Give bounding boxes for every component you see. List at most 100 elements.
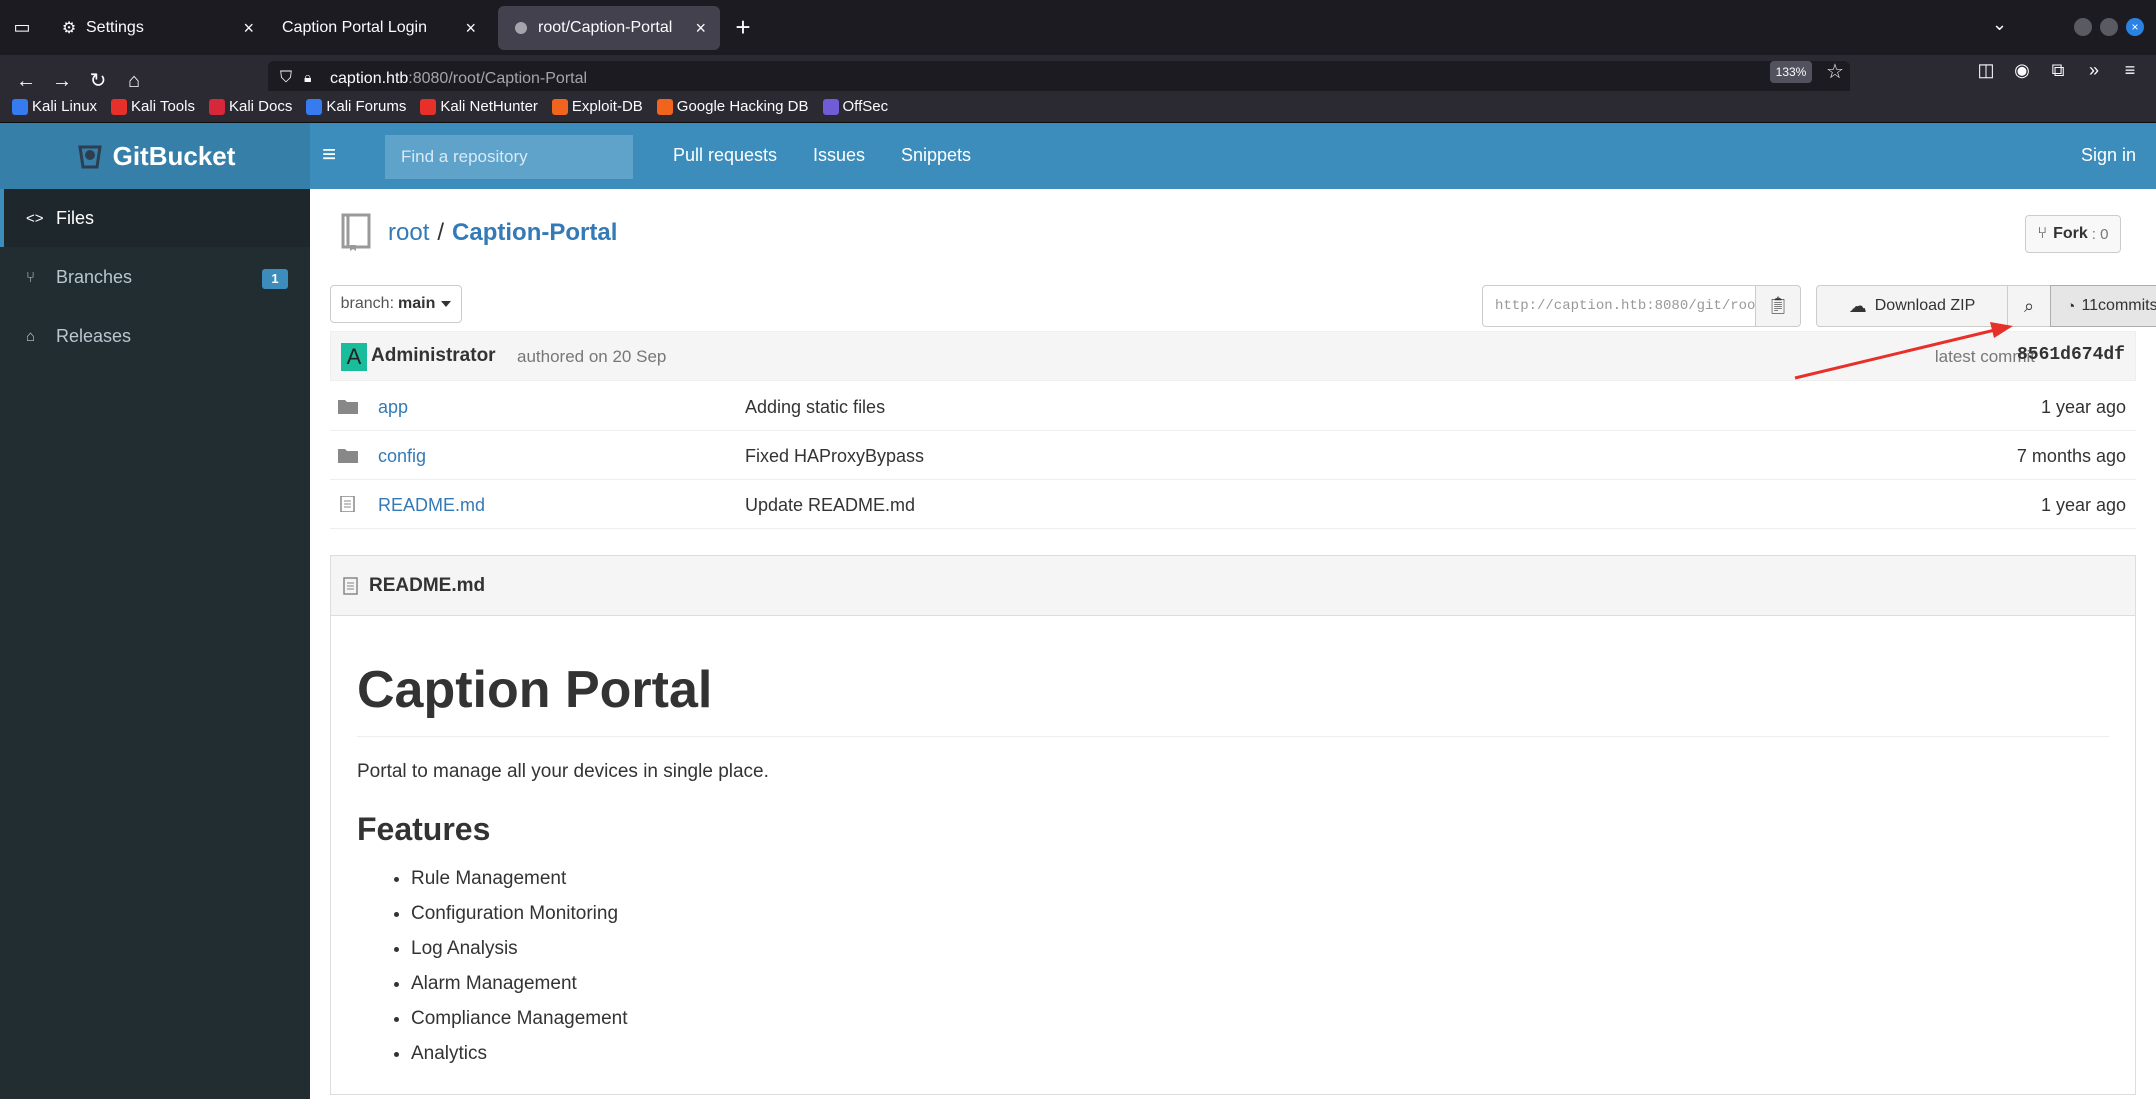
url-text[interactable]: caption.htb:8080/root/Caption-Portal xyxy=(330,70,587,88)
close-icon[interactable]: × xyxy=(465,18,476,39)
file-commit-message[interactable]: Adding static files xyxy=(745,397,885,418)
extensions-icon[interactable]: ⧉ xyxy=(2046,58,2070,82)
file-commit-message[interactable]: Fixed HAProxyBypass xyxy=(745,446,924,467)
file-icon xyxy=(340,496,355,512)
ghdb-icon xyxy=(656,98,673,115)
branch-count-badge: 1 xyxy=(262,269,288,289)
list-item: Log Analysis xyxy=(411,938,2109,973)
repo-owner-link[interactable]: root xyxy=(388,219,429,247)
pocket-icon[interactable]: ◫ xyxy=(1974,58,1998,82)
search-icon: ⌕ xyxy=(2023,296,2035,316)
maximize-icon[interactable] xyxy=(2100,18,2118,36)
overflow-menu-icon[interactable]: » xyxy=(2082,58,2106,82)
tab-label: root/Caption-Portal xyxy=(538,19,673,36)
nethunter-icon xyxy=(420,98,437,115)
lock-icon[interactable]: 🔒︎ xyxy=(304,69,320,89)
nav-snippets[interactable]: Snippets xyxy=(901,145,971,166)
bookmark-kali-tools[interactable]: Kali Tools xyxy=(111,98,195,115)
bookmarks-toolbar: Kali Linux Kali Tools Kali Docs Kali For… xyxy=(0,91,2156,123)
tab-label: Caption Portal Login xyxy=(282,19,427,36)
tab-caption-portal-login[interactable]: Caption Portal Login × xyxy=(268,6,490,50)
file-icon xyxy=(343,576,358,595)
fork-button[interactable]: ⑂ Fork: 0 xyxy=(2025,215,2121,253)
download-zip-button[interactable]: ☁ Download ZIP xyxy=(1816,285,2008,327)
bookmark-kali-docs[interactable]: Kali Docs xyxy=(208,98,292,115)
shield-icon[interactable]: ⛉ xyxy=(280,69,298,89)
tag-icon: ⌂ xyxy=(26,327,36,345)
branch-icon: ⑂ xyxy=(26,268,36,286)
chevron-down-icon[interactable]: ⌄ xyxy=(1992,14,2007,35)
zoom-level-badge[interactable]: 133% xyxy=(1770,61,1812,83)
repository-search-input[interactable] xyxy=(385,135,633,179)
gitbucket-logo-icon xyxy=(77,145,102,169)
file-date: 7 months ago xyxy=(2016,446,2126,466)
readme-heading: Caption Portal xyxy=(357,660,2109,737)
sidebar-item-files[interactable]: <> Files xyxy=(0,189,310,247)
history-icon: ◔ xyxy=(2066,297,2076,315)
bookmark-offsec[interactable]: OffSec xyxy=(822,98,888,115)
file-row: README.md Update README.md 1 year ago xyxy=(330,481,2136,529)
tab-settings[interactable]: ⚙ Settings × xyxy=(46,6,268,50)
browser-tab-bar: ▭ ⚙ Settings × Caption Portal Login × ro… xyxy=(0,0,2156,55)
folder-icon xyxy=(338,400,358,414)
readme-subheading: Features xyxy=(357,811,491,847)
sidebar-item-releases[interactable]: ⌂ Releases xyxy=(0,307,310,365)
brand-name: GitBucket xyxy=(112,140,236,171)
list-item: Configuration Monitoring xyxy=(411,903,2109,938)
bookmark-star-icon[interactable]: ☆ xyxy=(1826,59,1844,84)
latest-commit-box: A Administrator authored on 20 Sep lates… xyxy=(330,331,2136,381)
repo-content: root / Caption-Portal ⑂ Fork: 0 branch: m… xyxy=(310,189,2156,1099)
commits-button[interactable]: ◔ 11commits xyxy=(2050,285,2156,327)
bookmark-exploit-db[interactable]: Exploit-DB xyxy=(551,98,643,115)
readme-filename: README.md xyxy=(369,574,486,596)
nav-pull-requests[interactable]: Pull requests xyxy=(673,145,777,166)
hamburger-menu-icon[interactable]: ≡ xyxy=(2118,58,2142,82)
bookmark-kali-linux[interactable]: Kali Linux xyxy=(12,98,97,115)
bookmark-kali-forums[interactable]: Kali Forums xyxy=(306,98,406,115)
copy-clipboard-button[interactable]: 📋︎ xyxy=(1755,285,1801,327)
close-icon[interactable]: × xyxy=(695,18,706,39)
folder-icon xyxy=(338,449,358,463)
sidebar-item-branches[interactable]: ⑂ Branches 1 xyxy=(0,248,310,306)
clone-url-field[interactable]: http://caption.htb:8080/git/root/Caption… xyxy=(1482,285,1756,327)
fork-icon: ⑂ xyxy=(2037,225,2048,242)
sidebar-item-label: Releases xyxy=(56,325,132,346)
bookmark-kali-nethunter[interactable]: Kali NetHunter xyxy=(420,98,538,115)
brand-logo[interactable]: GitBucket xyxy=(0,123,310,189)
tab-root-caption-portal[interactable]: root/Caption-Portal × xyxy=(498,6,720,50)
nav-issues[interactable]: Issues xyxy=(813,145,865,166)
file-name-link[interactable]: config xyxy=(378,446,426,467)
file-commit-message[interactable]: Update README.md xyxy=(745,495,915,516)
kali-tools-icon xyxy=(111,98,128,115)
branch-selector[interactable]: branch: main xyxy=(330,285,462,323)
sidebar-item-label: Branches xyxy=(56,266,133,287)
sign-in-link[interactable]: Sign in xyxy=(2081,145,2136,166)
offsec-icon xyxy=(822,98,839,115)
commit-author-link[interactable]: Administrator xyxy=(371,345,496,367)
readme-header: README.md xyxy=(331,556,2135,616)
close-window-icon[interactable]: × xyxy=(2126,18,2144,36)
cloud-download-icon: ☁ xyxy=(1848,295,1867,316)
file-row: config Fixed HAProxyBypass 7 months ago xyxy=(330,432,2136,480)
tab-list-icon[interactable]: ▭ xyxy=(10,15,34,39)
kali-docs-icon xyxy=(208,98,225,115)
list-item: Rule Management xyxy=(411,868,2109,903)
close-icon[interactable]: × xyxy=(243,18,254,39)
kali-icon xyxy=(12,98,28,115)
bookmark-google-hacking-db[interactable]: Google Hacking DB xyxy=(656,98,809,115)
current-branch: main xyxy=(398,295,436,312)
avatar[interactable]: A xyxy=(341,343,367,371)
repo-title: root / Caption-Portal xyxy=(340,213,617,253)
sidebar-toggle-icon[interactable]: ≡ xyxy=(322,141,336,169)
list-item: Analytics xyxy=(411,1043,2109,1078)
account-icon[interactable]: ◉ xyxy=(2010,58,2034,82)
list-item: Compliance Management xyxy=(411,1008,2109,1043)
minimize-icon[interactable] xyxy=(2074,18,2092,36)
file-name-link[interactable]: README.md xyxy=(378,495,485,516)
new-tab-icon[interactable]: + xyxy=(728,12,758,42)
commit-sha-link[interactable]: 8561d674df xyxy=(2017,345,2125,365)
search-code-button[interactable]: ⌕ xyxy=(2007,285,2051,327)
repo-name-link[interactable]: Caption-Portal xyxy=(452,219,617,247)
file-name-link[interactable]: app xyxy=(378,397,408,418)
gitbucket-page: GitBucket ≡ Pull requests Issues Snippet… xyxy=(0,123,2156,1099)
